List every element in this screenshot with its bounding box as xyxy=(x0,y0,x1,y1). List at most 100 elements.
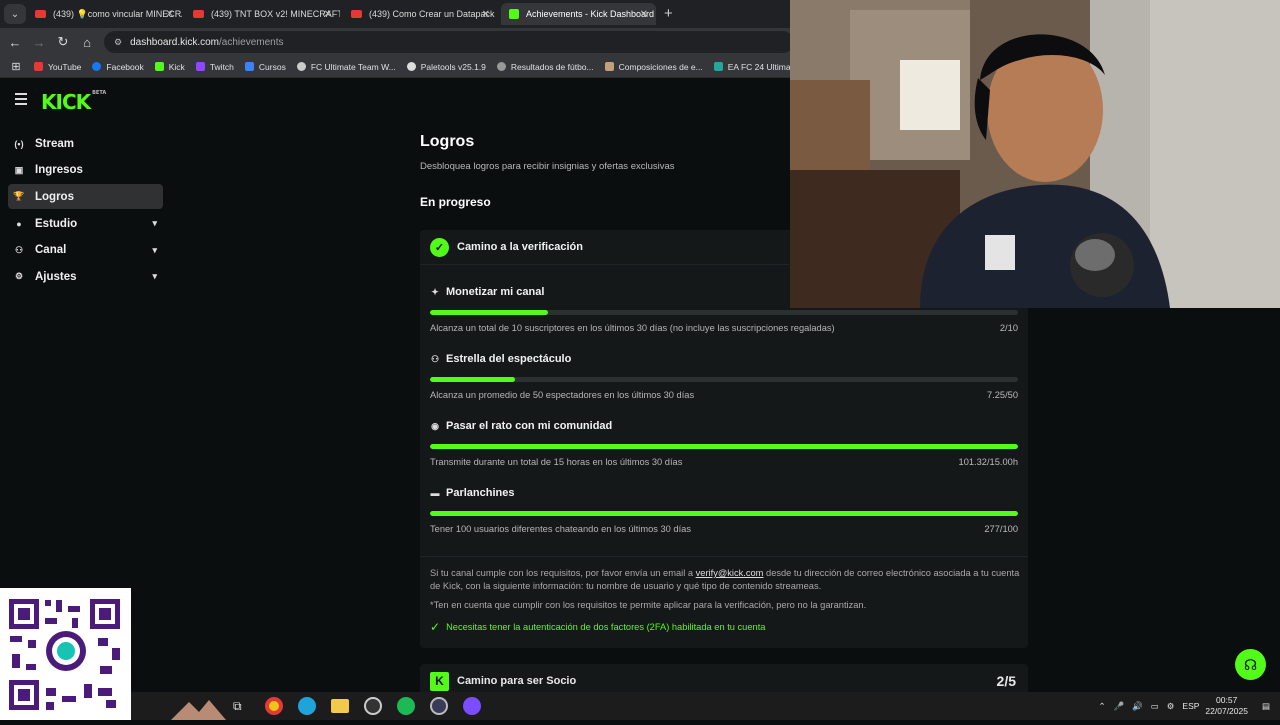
task-view-icon[interactable]: ⧉ xyxy=(233,699,242,714)
kick-icon xyxy=(154,62,164,71)
viewers-icon: ⚇ xyxy=(430,353,440,364)
browser-tab-2[interactable]: (439) TNT BOX v2! MINECRAFT ✕ xyxy=(185,3,340,25)
progress-bar xyxy=(430,511,1018,516)
sidebar-item-estudio[interactable]: ● Estudio ▾ xyxy=(8,211,163,236)
browser-tab-1[interactable]: (439) 💡como vincular MINECRAFT ✕ xyxy=(27,3,182,25)
bookmark-cursos[interactable]: Cursos xyxy=(244,61,286,72)
app-icon[interactable] xyxy=(430,697,448,715)
network-icon[interactable]: ▭ xyxy=(1151,701,1159,712)
webcam-overlay xyxy=(790,0,1280,308)
achievement-item: ◉ Pasar el rato con mi comunidad Transmit… xyxy=(430,420,1018,467)
back-icon[interactable]: ← xyxy=(3,35,27,50)
achievement-title: Monetizar mi canal xyxy=(446,286,545,298)
wallet-icon: ▣ xyxy=(14,164,24,175)
card-title: Camino a la verificación xyxy=(457,241,583,253)
bookmark-label: Composiciones de e... xyxy=(618,61,703,72)
chevron-down-icon[interactable]: ▾ xyxy=(152,271,157,282)
edge-icon[interactable] xyxy=(298,697,316,715)
browser-tab-4[interactable]: Achievements - Kick Dashboard ✕ xyxy=(501,3,656,25)
progress-fill xyxy=(430,444,1018,449)
taskbar: ⧉ ⌃ 🎤 🔊 ▭ ⚙ ESP 00:57 22/07/2025 ▤ xyxy=(131,692,1280,720)
browser-tab-3[interactable]: (439) Como Crear un Datapack ✕ xyxy=(343,3,498,25)
sidebar-item-label: Ingresos xyxy=(35,164,83,177)
bookmark-resultados[interactable]: Resultados de fútbo... xyxy=(496,62,594,72)
youtube-icon xyxy=(351,10,362,18)
sparkle-icon: ✦ xyxy=(431,286,439,297)
bookmark-composiciones[interactable]: Composiciones de e... xyxy=(604,61,703,72)
forward-icon[interactable]: → xyxy=(27,35,51,50)
chevron-down-icon[interactable]: ▾ xyxy=(152,218,157,229)
close-icon[interactable]: ✕ xyxy=(166,9,174,20)
bookmark-facebook[interactable]: Facebook xyxy=(92,62,144,72)
beta-badge: BETA xyxy=(92,90,107,96)
bookmark-label: Cursos xyxy=(258,61,286,72)
headset-icon: ☊ xyxy=(1243,656,1258,674)
sidebar-item-label: Canal xyxy=(35,244,67,257)
obs-icon[interactable] xyxy=(364,697,382,715)
kick-icon xyxy=(509,9,519,19)
achievement-title: Estrella del espectáculo xyxy=(446,353,572,365)
clock-date: 22/07/2025 xyxy=(1205,706,1248,716)
spotify-icon[interactable] xyxy=(397,697,415,715)
apps-grid-icon[interactable]: ⊞ xyxy=(4,60,28,73)
achievement-title: Parlanchines xyxy=(446,487,515,499)
sidebar-item-label: Stream xyxy=(35,137,74,150)
gear-icon: ⚙ xyxy=(14,271,24,282)
chrome-icon[interactable] xyxy=(265,697,283,715)
tab-title: (439) 💡como vincular MINECRAFT xyxy=(53,8,182,19)
bookmark-youtube[interactable]: YouTube xyxy=(34,62,81,72)
kick-logo[interactable]: KICK BETA xyxy=(41,90,106,114)
notifications-icon[interactable]: ▤ xyxy=(1262,701,1270,712)
discord-icon[interactable] xyxy=(463,697,481,715)
trophy-icon: 🏆 xyxy=(13,191,25,202)
close-icon[interactable]: ✕ xyxy=(324,9,332,20)
bookmark-twitch[interactable]: Twitch xyxy=(195,62,234,72)
weather-widget-icon[interactable] xyxy=(171,696,226,720)
achievement-desc: Alcanza un promedio de 50 espectadores e… xyxy=(430,390,695,400)
close-icon[interactable]: ✕ xyxy=(640,9,648,20)
site-icon xyxy=(496,62,506,71)
help-button[interactable]: ☊ xyxy=(1235,649,1266,680)
broadcast-icon: (•) xyxy=(14,138,24,149)
new-tab-button[interactable]: + xyxy=(664,5,673,22)
language-indicator[interactable]: ESP xyxy=(1182,701,1199,711)
sidebar: (•) Stream ▣ Ingresos 🏆 Logros ● Estudio… xyxy=(8,131,163,291)
verify-email-link[interactable]: verify@kick.com xyxy=(696,568,764,578)
note-text: Si tu canal cumple con los requisitos, p… xyxy=(430,568,696,578)
chat-icon: ▬ xyxy=(430,488,440,498)
mic-icon[interactable]: 🎤 xyxy=(1114,701,1125,712)
tab-search-button[interactable]: ⌄ xyxy=(4,4,26,24)
sidebar-item-stream[interactable]: (•) Stream xyxy=(8,131,163,156)
progress-bar xyxy=(430,444,1018,449)
home-icon[interactable]: ⌂ xyxy=(75,35,99,50)
url-field[interactable]: ⚙ dashboard.kick.com/achievements xyxy=(104,31,794,53)
menu-icon[interactable] xyxy=(15,93,27,108)
broadcast-icon: ◉ xyxy=(431,420,439,431)
sidebar-item-ingresos[interactable]: ▣ Ingresos xyxy=(8,158,163,183)
file-explorer-icon[interactable] xyxy=(331,699,349,713)
bookmark-label: Kick xyxy=(168,61,185,72)
chevron-up-icon[interactable]: ⌃ xyxy=(1098,701,1105,712)
achievement-value: 2/10 xyxy=(999,323,1018,333)
achievement-value: 277/100 xyxy=(984,524,1018,534)
sidebar-item-ajustes[interactable]: ⚙ Ajustes ▾ xyxy=(8,264,163,289)
sidebar-item-logros[interactable]: 🏆 Logros xyxy=(8,184,163,210)
bookmark-kick[interactable]: Kick xyxy=(154,61,185,72)
site-info-icon[interactable]: ⚙ xyxy=(114,37,122,48)
settings-icon[interactable]: ⚙ xyxy=(1167,701,1175,712)
bookmark-paletools[interactable]: Paletools v25.1.9 xyxy=(406,62,486,72)
bookmark-fc-ultimate[interactable]: FC Ultimate Team W... xyxy=(296,62,396,72)
chevron-down-icon[interactable]: ▾ xyxy=(152,245,157,256)
reload-icon[interactable]: ↻ xyxy=(51,34,75,50)
close-icon[interactable]: ✕ xyxy=(482,9,490,20)
progress-fill xyxy=(430,310,548,315)
sidebar-item-canal[interactable]: ⚇ Canal ▾ xyxy=(8,238,163,263)
progress-fill xyxy=(430,511,1018,516)
clock[interactable]: 00:57 22/07/2025 xyxy=(1205,695,1248,717)
verification-note: Si tu canal cumple con los requisitos, p… xyxy=(430,567,1020,593)
achievement-value: 101.32/15.00h xyxy=(958,457,1018,467)
twofa-requirement: ✓ Necesitas tener la autenticación de do… xyxy=(430,620,765,634)
progress-fill xyxy=(430,377,516,382)
clock-time: 00:57 xyxy=(1216,695,1238,705)
volume-icon[interactable]: 🔊 xyxy=(1132,701,1143,712)
